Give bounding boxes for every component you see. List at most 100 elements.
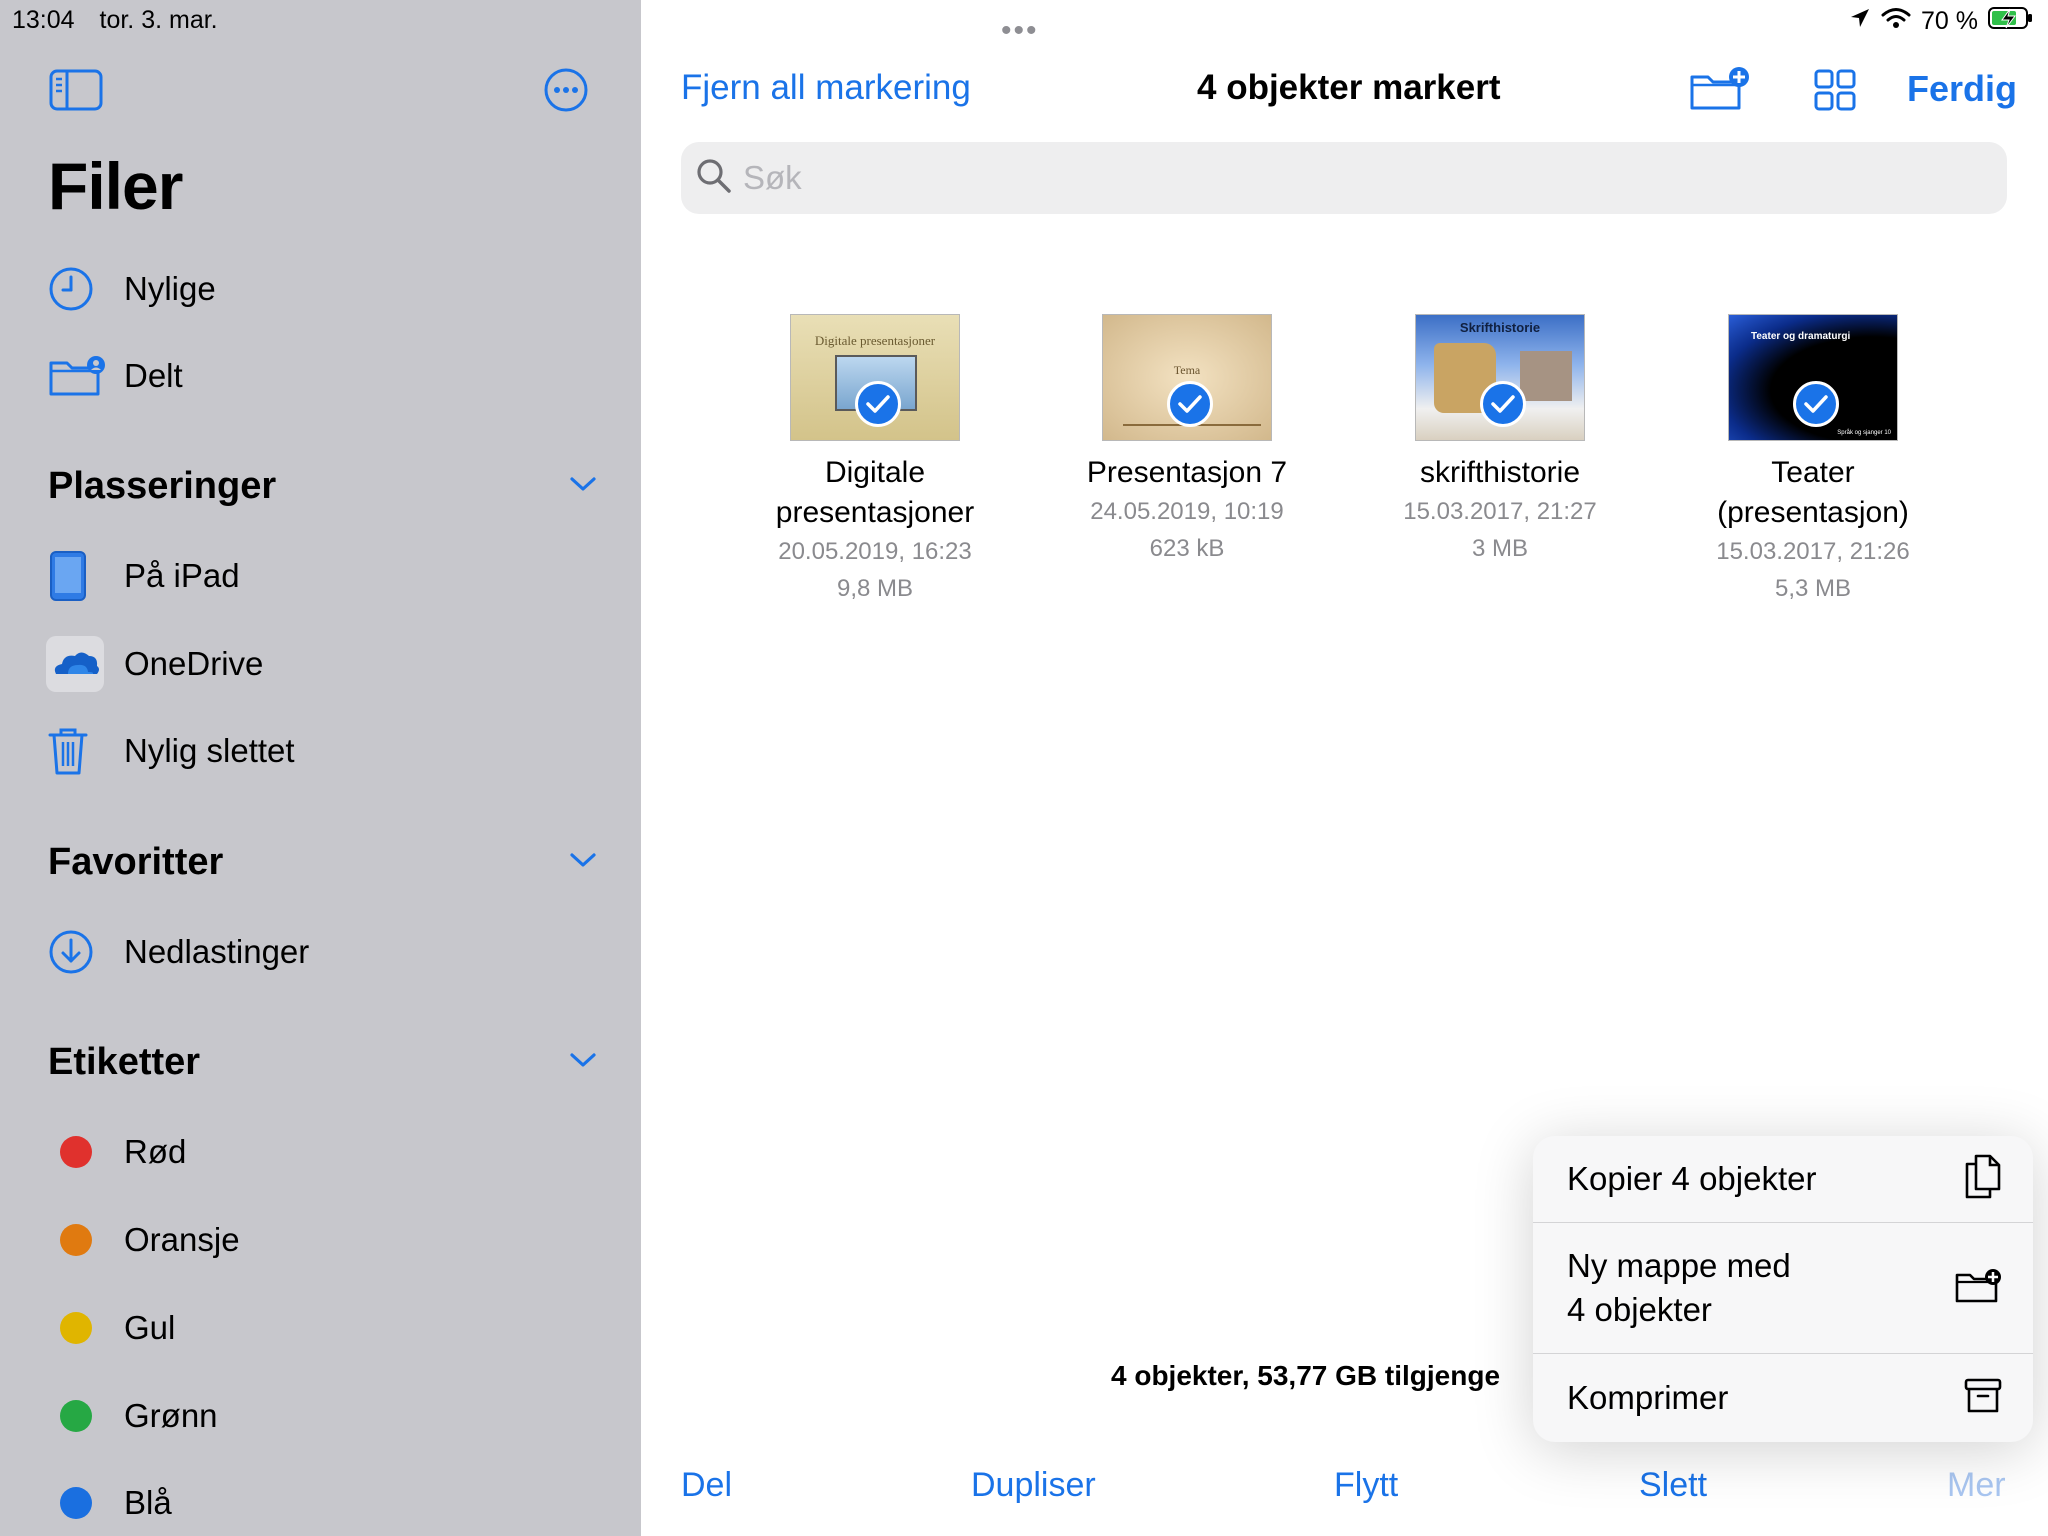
chevron-down-icon[interactable] <box>568 850 598 875</box>
tag-color-dot <box>60 1136 92 1168</box>
section-title: Plasseringer <box>48 464 277 507</box>
done-button[interactable]: Ferdig <box>1907 68 2017 110</box>
file-name: Digitale presentasjoner <box>775 456 975 529</box>
grid-view-button[interactable] <box>1805 62 1865 122</box>
file-size: 623 kB <box>1149 535 1225 562</box>
file-item[interactable]: Skrifthistorie skrifthistorie 15.03.2017… <box>1380 314 1620 567</box>
wifi-icon <box>1881 7 1911 36</box>
sidebar-item-label: Gul <box>124 1309 176 1346</box>
clock-icon <box>40 259 112 319</box>
battery-percent: 70 % <box>1921 7 1978 35</box>
file-item[interactable]: Tema Presentasjon 7 24.05.2019, 10:19 62… <box>1067 314 1307 567</box>
sidebar: 13:04 tor. 3. mar. Filer Nylige Delt Pla… <box>0 0 641 1536</box>
context-menu: Kopier 4 objekter Ny mappe med 4 objekter… <box>1533 1136 2033 1442</box>
location-arrow-icon <box>1849 7 1871 36</box>
sidebar-item-label: Nylige <box>124 270 216 307</box>
sidebar-item-label: Delt <box>124 357 183 394</box>
deselect-all-button[interactable]: Fjern all markering <box>681 68 971 108</box>
ipad-icon <box>40 546 112 606</box>
sidebar-toggle-icon[interactable] <box>46 60 106 120</box>
chevron-down-icon[interactable] <box>568 1050 598 1075</box>
more-button[interactable]: Mer <box>1947 1466 2006 1505</box>
sidebar-item-tag-orange[interactable]: Oransje <box>40 1205 600 1275</box>
thumbnail-text: Skrifthistorie <box>1459 320 1541 335</box>
delete-button[interactable]: Slett <box>1639 1466 1707 1505</box>
more-options-icon[interactable] <box>536 60 596 120</box>
search-input[interactable] <box>743 159 1943 197</box>
checkmark-icon <box>1480 381 1526 427</box>
new-folder-button[interactable] <box>1687 60 1753 120</box>
sidebar-item-label: På iPad <box>124 557 240 594</box>
sidebar-title: Filer <box>48 149 183 223</box>
status-time: 13:04 <box>12 6 75 34</box>
menu-item-label: Komprimer <box>1567 1379 1729 1416</box>
file-name: skrifthistorie <box>1419 456 1581 489</box>
status-bar-right: 70 % <box>1849 6 2034 37</box>
file-item[interactable]: Teater og dramaturgi Språk og sjanger 10… <box>1693 314 1933 607</box>
sidebar-item-downloads[interactable]: Nedlastinger <box>40 917 600 987</box>
archive-icon <box>1963 1377 2003 1420</box>
section-title: Favoritter <box>48 840 224 883</box>
chevron-down-icon[interactable] <box>568 474 598 499</box>
tag-color-dot <box>60 1312 92 1344</box>
sidebar-item-recently-deleted[interactable]: Nylig slettet <box>40 716 600 786</box>
section-header-favorites[interactable]: Favoritter <box>48 832 598 892</box>
sidebar-item-label: Grønn <box>124 1397 218 1434</box>
download-icon <box>40 922 112 982</box>
file-date: 24.05.2019, 10:19 <box>1090 498 1284 525</box>
sidebar-item-ipad[interactable]: På iPad <box>40 541 600 611</box>
sidebar-item-onedrive[interactable]: OneDrive <box>40 629 600 699</box>
file-name: Presentasjon 7 <box>1086 456 1288 489</box>
sidebar-item-tag-red[interactable]: Rød <box>40 1117 600 1187</box>
trash-icon <box>40 721 112 781</box>
page-title: 4 objekter markert <box>1197 68 1501 107</box>
file-thumbnail: Tema <box>1102 314 1272 441</box>
tag-color-dot <box>60 1400 92 1432</box>
section-title: Etiketter <box>48 1040 201 1083</box>
file-size: 5,3 MB <box>1774 575 1852 602</box>
sidebar-item-label: Oransje <box>124 1221 240 1258</box>
file-size: 3 MB <box>1471 535 1528 562</box>
thumbnail-text: Teater og dramaturgi <box>1751 331 1851 342</box>
menu-item-new-folder-with-items[interactable]: Ny mappe med 4 objekter <box>1533 1223 2033 1353</box>
checkmark-icon <box>855 381 901 427</box>
tag-color-dot <box>60 1487 92 1519</box>
menu-item-compress[interactable]: Komprimer <box>1533 1354 2033 1442</box>
tag-color-dot <box>60 1224 92 1256</box>
sidebar-item-recent[interactable]: Nylige <box>40 254 600 324</box>
sidebar-item-label: Nedlastinger <box>124 933 310 970</box>
status-bar-left: 13:04 tor. 3. mar. <box>12 6 236 35</box>
section-header-locations[interactable]: Plasseringer <box>48 456 598 516</box>
battery-charging-icon <box>1988 6 2034 37</box>
new-folder-icon <box>1955 1267 2003 1310</box>
file-item[interactable]: Digitale presentasjoner Digitale presenta… <box>755 314 995 607</box>
storage-info: 4 objekter, 53,77 GB tilgjenge <box>1111 1360 1501 1391</box>
search-bar[interactable] <box>681 142 2007 214</box>
thumbnail-text: Digitale presentasjoner <box>814 333 936 348</box>
search-icon <box>695 157 733 200</box>
file-thumbnail: Teater og dramaturgi Språk og sjanger 10 <box>1728 314 1898 441</box>
onedrive-icon <box>40 634 112 694</box>
sidebar-item-tag-green[interactable]: Grønn <box>40 1381 600 1451</box>
share-button[interactable]: Del <box>681 1466 732 1505</box>
status-date: tor. 3. mar. <box>99 6 218 34</box>
section-header-tags[interactable]: Etiketter <box>48 1032 598 1092</box>
file-date: 20.05.2019, 16:23 <box>778 538 972 565</box>
file-date: 15.03.2017, 21:27 <box>1403 498 1597 525</box>
duplicate-button[interactable]: Dupliser <box>971 1466 1096 1505</box>
new-folder-icon <box>1689 65 1751 116</box>
thumbnail-text: Tema <box>1173 363 1201 377</box>
sidebar-item-shared[interactable]: Delt <box>40 341 600 411</box>
menu-item-label: Kopier 4 objekter <box>1567 1160 1817 1197</box>
copy-icon <box>1963 1154 2003 1205</box>
thumbnail-image <box>1520 351 1572 401</box>
multitasking-dots-icon[interactable]: ••• <box>1001 14 1039 48</box>
checkmark-icon <box>1793 381 1839 427</box>
sidebar-item-label: Blå <box>124 1484 172 1521</box>
sidebar-item-tag-blue[interactable]: Blå <box>40 1468 600 1536</box>
menu-item-label: Ny mappe med 4 objekter <box>1567 1247 1791 1328</box>
sidebar-item-tag-yellow[interactable]: Gul <box>40 1293 600 1363</box>
move-button[interactable]: Flytt <box>1334 1466 1398 1505</box>
sidebar-item-label: OneDrive <box>124 645 264 682</box>
menu-item-copy[interactable]: Kopier 4 objekter <box>1533 1136 2033 1222</box>
